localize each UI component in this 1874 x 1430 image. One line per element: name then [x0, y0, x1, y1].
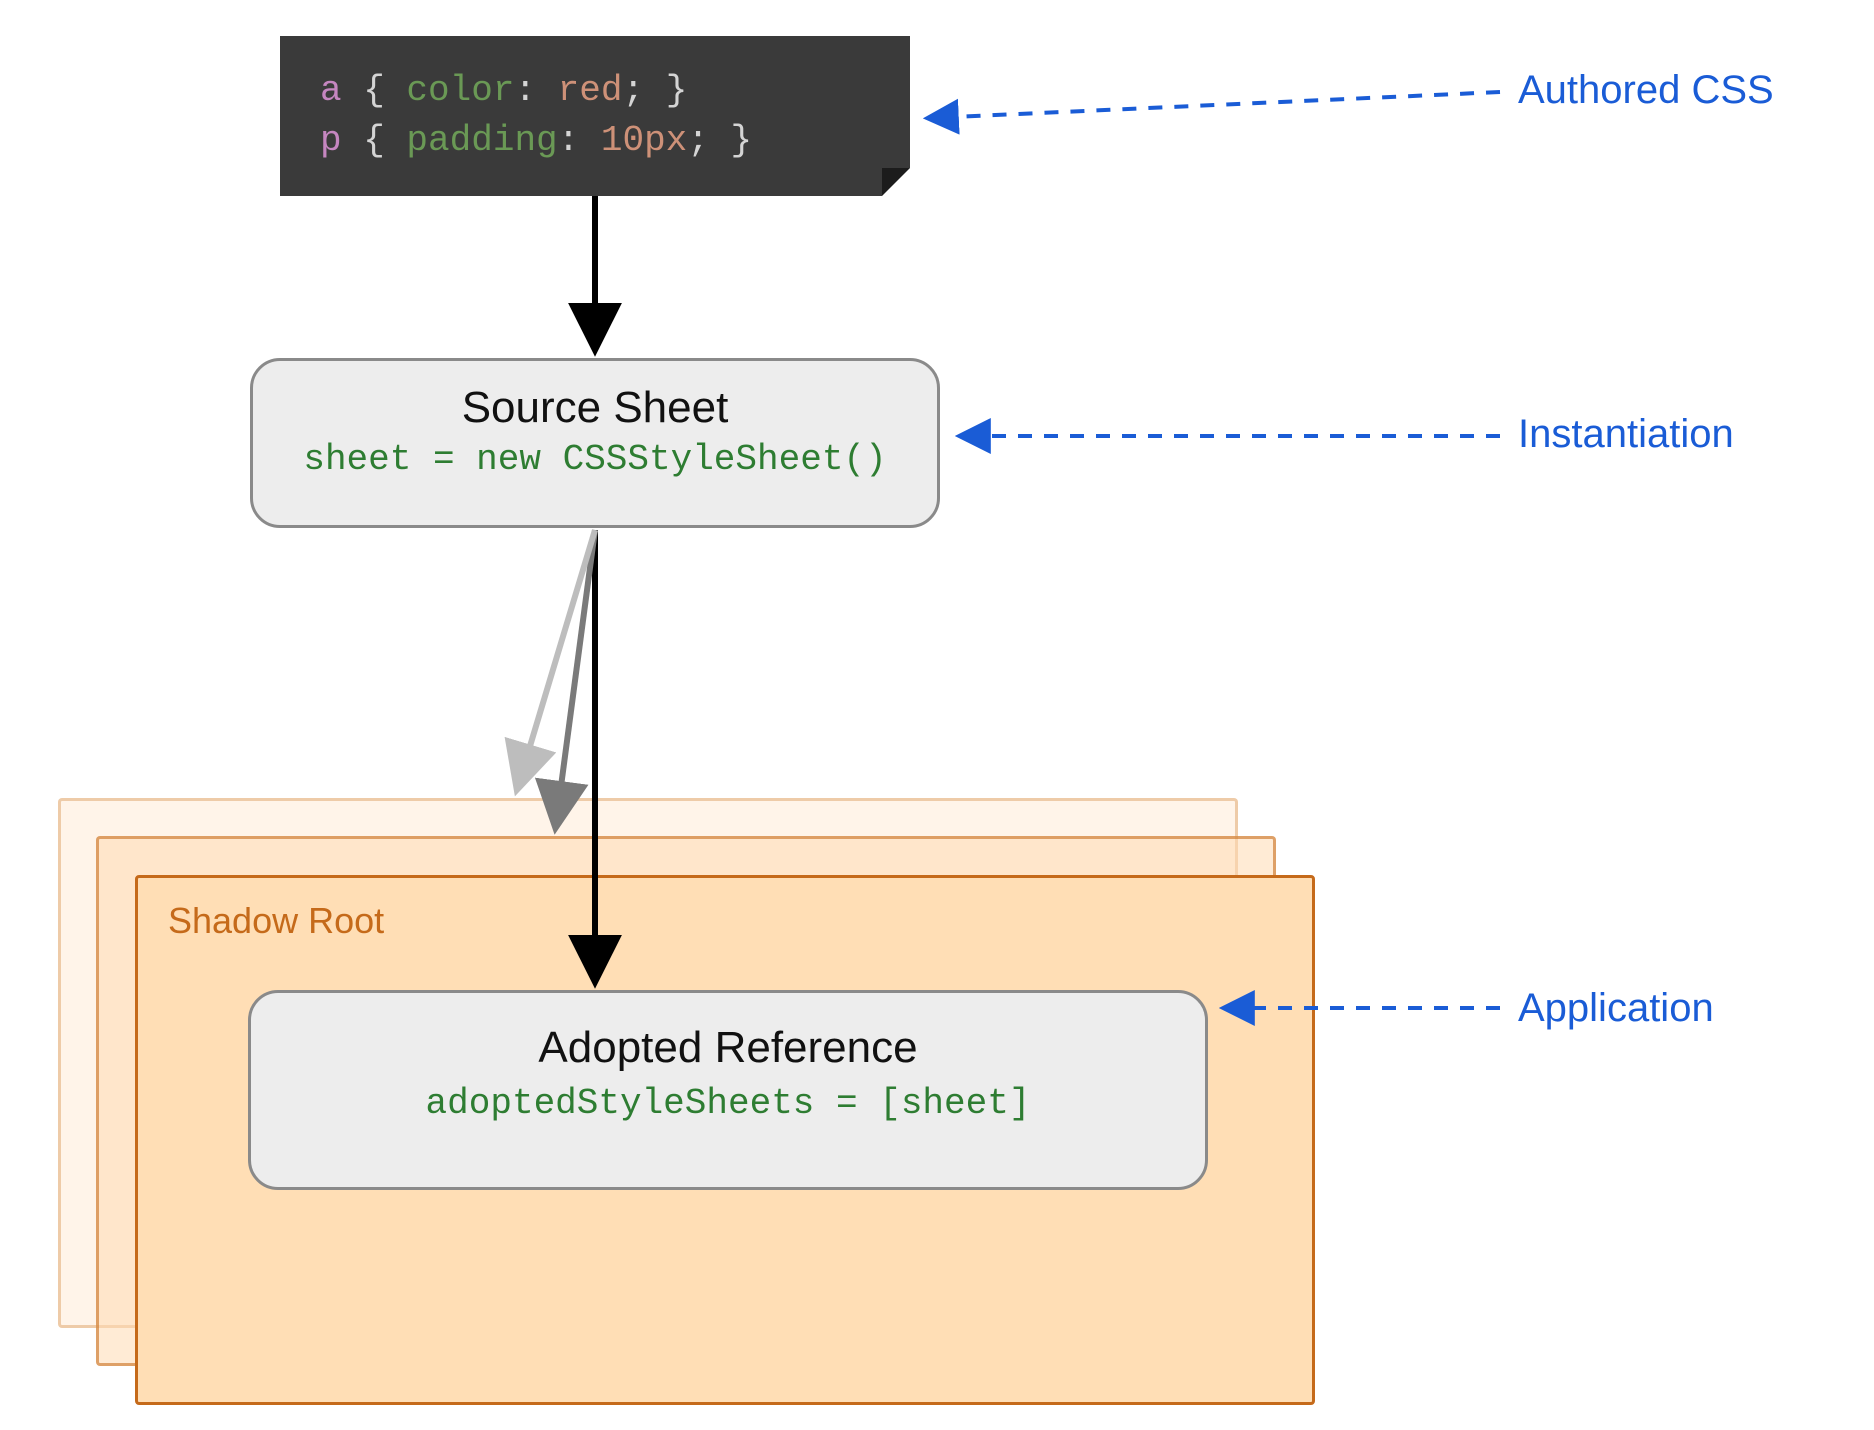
annotation-authored-css: Authored CSS	[1518, 68, 1774, 113]
source-sheet-title: Source Sheet	[253, 383, 937, 433]
diagram-canvas: a { color: red; } p { padding: 10px; } S…	[0, 0, 1874, 1430]
code-line-2: p { padding: 10px; }	[320, 116, 870, 166]
source-sheet-code: sheet = new CSSStyleSheet()	[253, 439, 937, 480]
adopted-reference-code: adoptedStyleSheets = [sheet]	[251, 1083, 1205, 1124]
adopted-reference-title: Adopted Reference	[251, 1023, 1205, 1073]
code-line-1: a { color: red; }	[320, 66, 870, 116]
annotation-instantiation: Instantiation	[1518, 412, 1734, 457]
annotation-application: Application	[1518, 986, 1714, 1031]
authored-css-codeblock: a { color: red; } p { padding: 10px; }	[280, 36, 910, 196]
adopted-reference-box: Adopted Reference adoptedStyleSheets = […	[248, 990, 1208, 1190]
arrow-source-to-back	[518, 530, 595, 786]
page-fold-icon	[882, 168, 910, 196]
shadow-root-label: Shadow Root	[168, 900, 384, 942]
source-sheet-box: Source Sheet sheet = new CSSStyleSheet()	[250, 358, 940, 528]
arrow-source-to-mid	[556, 530, 595, 824]
dashed-arrow-authored-css	[930, 92, 1500, 118]
